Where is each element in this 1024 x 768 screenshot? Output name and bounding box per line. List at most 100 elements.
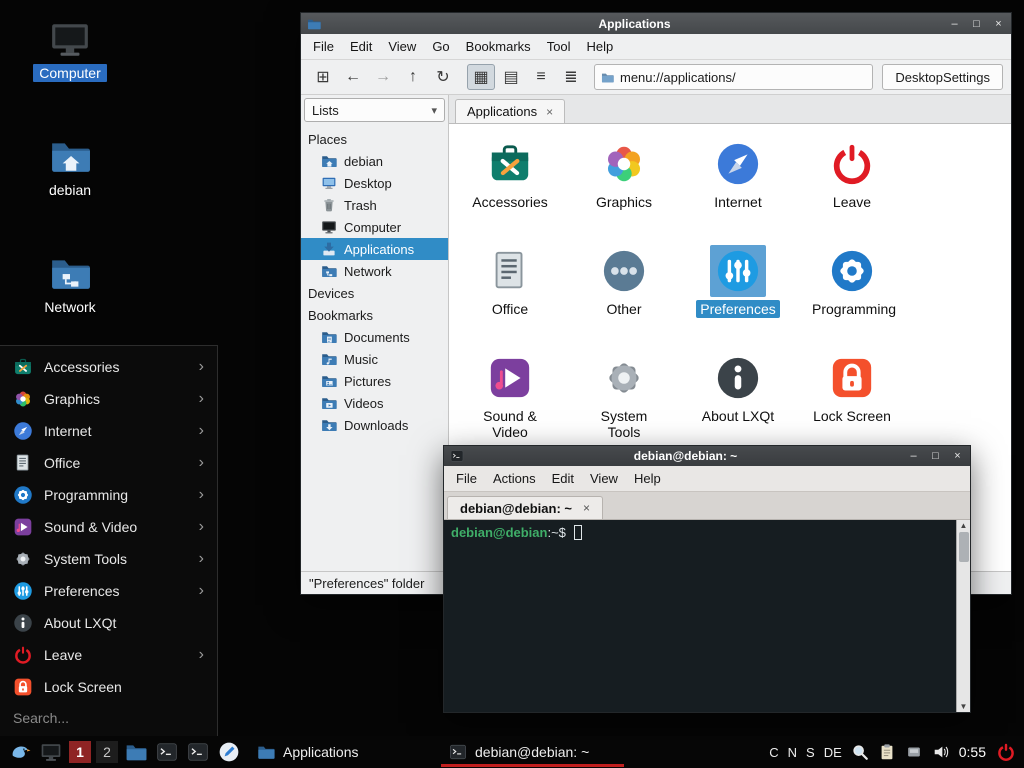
start-menu-button[interactable] <box>7 739 33 765</box>
app-icon-office[interactable]: Office <box>453 245 567 352</box>
terminal-body[interactable]: debian@debian:~$ ▲ ▼ <box>444 520 970 712</box>
app-icon-lock-screen[interactable]: Lock Screen <box>795 352 909 459</box>
menu-item-lock-screen[interactable]: Lock Screen <box>0 671 217 703</box>
reload-button[interactable]: ↻ <box>429 64 457 90</box>
keyboard-layout[interactable]: DE <box>824 745 842 760</box>
maximize-button[interactable]: □ <box>970 18 983 30</box>
app-icon-graphics[interactable]: Graphics <box>567 138 681 245</box>
detailed-view-button[interactable]: ≣ <box>557 64 585 90</box>
compact-view-button[interactable]: ≡ <box>527 64 555 90</box>
app-icon-internet[interactable]: Internet <box>681 138 795 245</box>
minimize-button[interactable]: – <box>948 18 961 30</box>
fm-titlebar[interactable]: Applications – □ × <box>301 13 1011 34</box>
speaker-icon[interactable] <box>932 743 950 761</box>
menu-item-programming[interactable]: Programming › <box>0 479 217 511</box>
quicklaunch-text-editor[interactable] <box>216 739 242 765</box>
menu-item-system-tools[interactable]: System Tools › <box>0 543 217 575</box>
menu-item-about-lxqt[interactable]: About LXQt <box>0 607 217 639</box>
clock[interactable]: 0:55 <box>959 744 986 760</box>
desktop-icon-network[interactable]: Network <box>28 252 112 316</box>
menu-item-label: System Tools <box>44 551 127 567</box>
sidebar-item-network[interactable]: Network <box>301 260 448 282</box>
workspace-2-button[interactable]: 2 <box>96 741 118 763</box>
terminal-tab[interactable]: debian@debian: ~ × <box>447 496 603 519</box>
menu-file[interactable]: File <box>449 469 484 488</box>
menu-view[interactable]: View <box>381 37 423 56</box>
workspace-1-button[interactable]: 1 <box>69 741 91 763</box>
desktop-icon-debian[interactable]: debian <box>28 135 112 199</box>
path-input[interactable] <box>620 70 866 85</box>
sidebar-item-videos[interactable]: Videos <box>301 392 448 414</box>
forward-button[interactable]: → <box>369 64 397 90</box>
tab-applications[interactable]: Applications × <box>455 99 565 123</box>
terminal-titlebar[interactable]: debian@debian: ~ – □ × <box>444 446 970 466</box>
clipboard-icon[interactable] <box>878 743 896 761</box>
menu-go[interactable]: Go <box>425 37 456 56</box>
task-button-applications[interactable]: Applications <box>247 736 434 768</box>
minimize-button[interactable]: – <box>907 450 920 462</box>
desktop-icon-computer[interactable]: Computer <box>28 18 112 82</box>
menu-item-accessories[interactable]: Accessories › <box>0 351 217 383</box>
close-button[interactable]: × <box>951 450 964 462</box>
sidebar-item-documents[interactable]: Documents <box>301 326 448 348</box>
sidebar-item-downloads[interactable]: Downloads <box>301 414 448 436</box>
menu-item-internet[interactable]: Internet › <box>0 415 217 447</box>
submenu-arrow-icon: › <box>199 550 204 568</box>
removable-media-icon[interactable] <box>905 743 923 761</box>
app-icon-preferences[interactable]: Preferences <box>681 245 795 352</box>
menu-item-leave[interactable]: Leave › <box>0 639 217 671</box>
app-icon-other[interactable]: Other <box>567 245 681 352</box>
new-tab-button[interactable]: ⊞ <box>309 64 337 90</box>
scroll-up-icon[interactable]: ▲ <box>960 521 968 530</box>
quicklaunch-xterm[interactable] <box>185 739 211 765</box>
quicklaunch-terminal[interactable] <box>154 739 180 765</box>
menu-item-preferences[interactable]: Preferences › <box>0 575 217 607</box>
menu-help[interactable]: Help <box>627 469 668 488</box>
maximize-button[interactable]: □ <box>929 450 942 462</box>
show-desktop-button[interactable] <box>38 739 64 765</box>
scroll-down-icon[interactable]: ▼ <box>960 702 968 711</box>
menu-item-sound-video[interactable]: Sound & Video › <box>0 511 217 543</box>
menu-item-graphics[interactable]: Graphics › <box>0 383 217 415</box>
menu-edit[interactable]: Edit <box>545 469 581 488</box>
back-button[interactable]: ← <box>339 64 367 90</box>
magnifier-icon[interactable] <box>851 743 869 761</box>
task-button-terminal[interactable]: debian@debian: ~ <box>439 736 626 768</box>
app-icon-sound-video[interactable]: Sound & Video <box>453 352 567 459</box>
graphics-icon <box>13 389 33 409</box>
power-button[interactable] <box>995 741 1017 763</box>
sidebar-item-computer[interactable]: Computer <box>301 216 448 238</box>
search-input[interactable] <box>13 710 204 726</box>
scrollbar-thumb[interactable] <box>959 532 969 562</box>
thumbnail-view-button[interactable]: ▤ <box>497 64 525 90</box>
sidebar-item-applications[interactable]: Applications <box>301 238 448 260</box>
menu-actions[interactable]: Actions <box>486 469 543 488</box>
app-icon-leave[interactable]: Leave <box>795 138 909 245</box>
tab-close-icon[interactable]: × <box>583 501 590 515</box>
desktop-settings-button[interactable]: DesktopSettings <box>882 64 1003 90</box>
icon-view-button[interactable]: ▦ <box>467 64 495 90</box>
menu-help[interactable]: Help <box>580 37 621 56</box>
app-icon-about-lxqt[interactable]: About LXQt <box>681 352 795 459</box>
terminal-output[interactable]: debian@debian:~$ <box>444 520 956 712</box>
menu-bookmarks[interactable]: Bookmarks <box>459 37 538 56</box>
menu-tool[interactable]: Tool <box>540 37 578 56</box>
app-icon-programming[interactable]: Programming <box>795 245 909 352</box>
tab-close-icon[interactable]: × <box>546 105 553 119</box>
sidebar-item-desktop[interactable]: Desktop <box>301 172 448 194</box>
sidebar-item-debian[interactable]: debian <box>301 150 448 172</box>
terminal-scrollbar[interactable]: ▲ ▼ <box>956 520 970 712</box>
sidebar-item-pictures[interactable]: Pictures <box>301 370 448 392</box>
sidebar-item-music[interactable]: Music <box>301 348 448 370</box>
menu-file[interactable]: File <box>306 37 341 56</box>
quicklaunch-file-manager[interactable] <box>123 739 149 765</box>
sidebar-item-trash[interactable]: Trash <box>301 194 448 216</box>
app-icon-system-tools[interactable]: System Tools <box>567 352 681 459</box>
menu-item-office[interactable]: Office › <box>0 447 217 479</box>
app-icon-accessories[interactable]: Accessories <box>453 138 567 245</box>
menu-edit[interactable]: Edit <box>343 37 379 56</box>
sidebar-mode-combo[interactable]: Lists ▾ <box>304 98 445 122</box>
menu-view[interactable]: View <box>583 469 625 488</box>
up-button[interactable]: ↑ <box>399 64 427 90</box>
close-button[interactable]: × <box>992 18 1005 30</box>
